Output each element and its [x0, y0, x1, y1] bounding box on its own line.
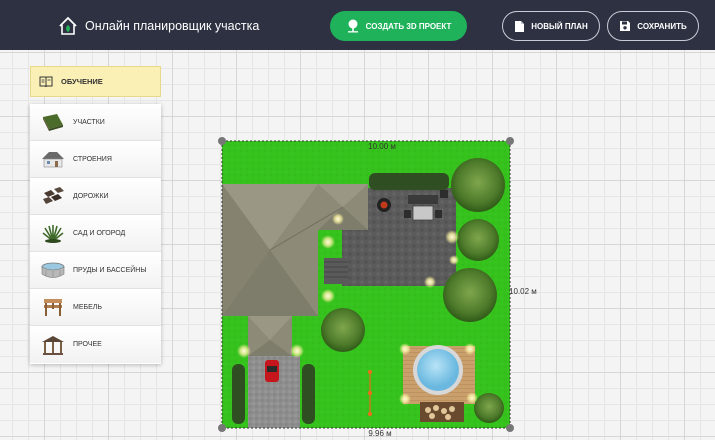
hedge[interactable]: [369, 173, 449, 190]
gazebo-icon: [42, 335, 64, 355]
pool-icon: [41, 262, 65, 278]
paving-tiles-icon: [43, 187, 64, 204]
catalog-item-garden[interactable]: САД И ОГОРОД: [30, 215, 161, 252]
entrance-steps[interactable]: [324, 258, 348, 284]
app-title: Онлайн планировщик участка: [85, 19, 260, 33]
catalog-item-label: ПРОЧЕЕ: [73, 341, 102, 348]
catalog-item-label: УЧАСТКИ: [73, 118, 105, 126]
house-logo-icon: [59, 16, 77, 35]
catalog-item-buildings[interactable]: СТРОЕНИЯ: [30, 141, 161, 178]
catalog-item-label: САД И ОГОРОД: [73, 229, 126, 237]
hedge[interactable]: [232, 364, 245, 424]
corner-handle[interactable]: [218, 137, 226, 145]
bottom-dimension-label: 9.96 м: [368, 429, 391, 438]
right-dimension-label: 10.02 м: [509, 287, 537, 296]
catalog-item-furniture[interactable]: МЕБЕЛЬ: [30, 289, 161, 326]
create-3d-project-button[interactable]: СОЗДАТЬ 3D ПРОЕКТ: [330, 11, 467, 41]
top-bar: Онлайн планировщик участка СОЗДАТЬ 3D ПР…: [0, 0, 715, 50]
corner-handle[interactable]: [218, 424, 226, 432]
catalog-item-other[interactable]: ПРОЧЕЕ: [30, 326, 161, 363]
shrub-icon: [42, 225, 64, 243]
tree-icon: [347, 19, 358, 33]
catalog-item-label: ПРУДЫ И БАССЕЙНЫ: [73, 266, 147, 274]
grass-plot-icon: [43, 114, 63, 131]
catalog-item-ponds-pools[interactable]: ПРУДЫ И БАССЕЙНЫ: [30, 252, 161, 289]
catalog-item-plots[interactable]: УЧАСТКИ: [30, 104, 161, 141]
book-icon: [39, 76, 53, 87]
tutorial-label: ОБУЧЕНИЕ: [61, 77, 103, 86]
corner-handle[interactable]: [506, 137, 514, 145]
round-pool[interactable]: [403, 345, 475, 404]
new-plan-button[interactable]: НОВЫЙ ПЛАН: [502, 11, 600, 41]
house-icon: [42, 152, 64, 168]
catalog-item-label: ДОРОЖКИ: [73, 192, 109, 200]
corner-handle[interactable]: [506, 424, 514, 432]
firewood-pile[interactable]: [420, 402, 464, 422]
catalog-item-label: СТРОЕНИЯ: [73, 155, 112, 163]
save-label: СОХРАНИТЬ: [637, 21, 687, 31]
tutorial-button[interactable]: ОБУЧЕНИЕ: [30, 66, 161, 97]
object-catalog: УЧАСТКИ СТРОЕНИЯ ДОРОЖКИ САД И ОГОРОД ПР…: [30, 104, 161, 364]
hedge[interactable]: [302, 364, 315, 424]
floppy-disk-icon: [620, 21, 631, 31]
document-icon: [515, 20, 525, 32]
catalog-item-label: МЕБЕЛЬ: [73, 303, 102, 311]
catalog-item-paths[interactable]: ДОРОЖКИ: [30, 178, 161, 215]
top-dimension-label: 10.00 м: [368, 142, 396, 151]
create-3d-project-label: СОЗДАТЬ 3D ПРОЕКТ: [365, 21, 452, 31]
new-plan-label: НОВЫЙ ПЛАН: [531, 21, 588, 31]
bench-icon: [44, 299, 62, 316]
save-button[interactable]: СОХРАНИТЬ: [607, 11, 699, 41]
